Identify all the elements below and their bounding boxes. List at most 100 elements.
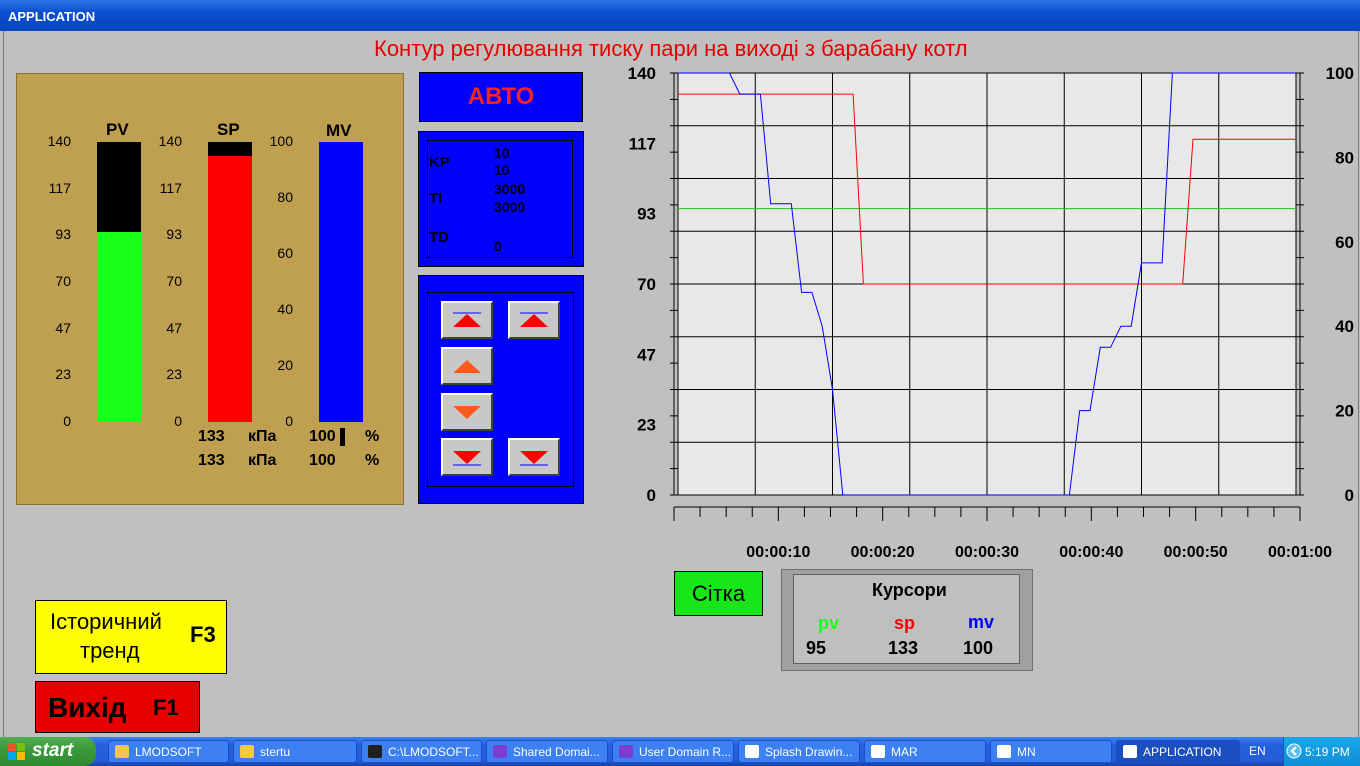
taskbar-item[interactable]: stertu bbox=[233, 740, 357, 763]
taskbar-item[interactable]: MN bbox=[990, 740, 1112, 763]
trend-chart[interactable]: 140 117 93 70 47 23 0 100 80 60 40 20 0 00:00:10 00:00… bbox=[600, 60, 1360, 570]
sp-gauge-tick: 23 bbox=[166, 366, 182, 383]
kp-setpoint-value[interactable]: 10 bbox=[494, 145, 510, 161]
sp-gauge-fill bbox=[208, 156, 252, 422]
trend-time-label: 00:00:30 bbox=[955, 544, 1019, 561]
app-icon bbox=[619, 745, 633, 758]
taskbar-item-label: stertu bbox=[260, 745, 291, 759]
taskbar-item-label: APPLICATION bbox=[1143, 745, 1222, 759]
cursor-title: Курсори bbox=[872, 580, 947, 600]
taskbar-item-label: MAR bbox=[891, 745, 918, 759]
trend-time-label: 00:00:40 bbox=[1059, 544, 1123, 561]
taskbar-item-label: Splash Drawin... bbox=[765, 745, 853, 759]
mv-gauge-bar bbox=[319, 142, 363, 422]
arrow-up-icon bbox=[453, 360, 481, 373]
trend-left-axis-label: 0 bbox=[647, 486, 656, 505]
system-tray: 5:19 PM bbox=[1283, 737, 1360, 766]
trend-left-axis-label: 140 bbox=[628, 64, 656, 83]
pv-gauge-tick: 23 bbox=[55, 366, 71, 383]
sp-current-unit: кПа bbox=[248, 452, 277, 469]
decrease-fast-button-2[interactable] bbox=[508, 438, 560, 476]
mv-gauge-fill bbox=[319, 142, 363, 422]
sp-gauge-bar bbox=[208, 142, 252, 422]
ti-setpoint-value[interactable]: 3000 bbox=[494, 181, 525, 197]
trend-right-axis-label: 80 bbox=[1335, 148, 1354, 167]
page-title: Контур регулювання тиску пари на виході … bbox=[374, 36, 968, 61]
decrease-fast-button[interactable] bbox=[441, 438, 493, 476]
mv-gauge-tick: 60 bbox=[277, 245, 293, 261]
arrow-down-icon bbox=[453, 406, 481, 419]
exit-hotkey: F1 bbox=[153, 695, 179, 720]
grid-toggle-button[interactable]: Сітка bbox=[674, 571, 763, 616]
sp-gauge-tick: 140 bbox=[158, 133, 182, 149]
taskbar-item[interactable]: Splash Drawin... bbox=[738, 740, 860, 763]
sp-gauge-tick: 70 bbox=[166, 273, 182, 289]
sp-gauge-tick: 0 bbox=[174, 413, 182, 429]
trend-left-axis-label: 70 bbox=[637, 275, 656, 294]
mv-gauge-tick: 20 bbox=[277, 357, 293, 373]
taskbar-item[interactable]: LMODSOFT bbox=[108, 740, 229, 763]
mv-readout-value[interactable]: 100 bbox=[309, 428, 336, 446]
trend-left-axis-label: 117 bbox=[629, 134, 656, 153]
trend-time-label: 00:01:00 bbox=[1268, 544, 1332, 561]
arrow-up-fast-icon-2 bbox=[520, 312, 548, 327]
mv-gauge-tick: 80 bbox=[277, 189, 293, 205]
tray-chevron-icon[interactable] bbox=[1286, 743, 1302, 759]
taskbar-item[interactable]: C:\LMODSOFT... bbox=[361, 740, 482, 763]
pv-gauge-label: PV bbox=[106, 120, 129, 139]
taskbar-item[interactable]: MAR bbox=[864, 740, 986, 763]
start-label: start bbox=[32, 740, 74, 761]
pv-gauge-tick: 47 bbox=[55, 319, 71, 336]
taskbar-item-label: MN bbox=[1017, 745, 1036, 759]
kp-label: KP bbox=[429, 154, 450, 171]
historical-trend-label-line2: тренд bbox=[80, 638, 140, 663]
sp-gauge-tick: 117 bbox=[159, 179, 182, 196]
pv-gauge-tick: 117 bbox=[48, 179, 71, 196]
arrow-down-fast-icon bbox=[453, 451, 481, 466]
pv-gauge-fill bbox=[97, 232, 141, 422]
taskbar-item[interactable]: Shared Domai... bbox=[486, 740, 608, 763]
taskbar-item[interactable]: APPLICATION bbox=[1116, 740, 1240, 763]
mode-auto-button[interactable]: АВТО bbox=[419, 72, 583, 122]
arrow-down-fast-icon-2 bbox=[520, 451, 548, 466]
pv-gauge-tick: 140 bbox=[47, 133, 71, 149]
kp-current-value: 10 bbox=[494, 162, 510, 178]
trend-left-axis-label: 93 bbox=[637, 205, 656, 224]
cursor-sp-value: 133 bbox=[888, 638, 919, 658]
taskbar-item-label: User Domain R... bbox=[639, 745, 732, 759]
sp-gauge-tick: 93 bbox=[166, 226, 182, 243]
cursor-mv-label: mv bbox=[968, 612, 995, 632]
language-indicator[interactable]: EN bbox=[1249, 744, 1266, 758]
exit-button[interactable]: Вихід F1 bbox=[35, 681, 200, 733]
decrease-button[interactable] bbox=[441, 393, 493, 431]
pv-gauge-bar bbox=[97, 142, 141, 422]
sp-current-value: 133 bbox=[198, 452, 225, 469]
trend-time-label: 00:00:50 bbox=[1164, 544, 1228, 561]
pv-gauge-tick: 70 bbox=[55, 273, 71, 289]
windows-logo-icon bbox=[8, 743, 25, 760]
trend-right-axis-label: 20 bbox=[1335, 402, 1354, 421]
increase-fast-button-2[interactable] bbox=[508, 301, 560, 339]
mv-input-caret bbox=[340, 428, 345, 446]
historical-trend-button[interactable]: Історичний тренд F3 bbox=[35, 600, 227, 674]
cursor-mv-value: 100 bbox=[963, 638, 994, 658]
trend-right-axis-label: 100 bbox=[1326, 64, 1354, 83]
ti-label: TI bbox=[429, 190, 443, 207]
sp-readout-unit: кПа bbox=[248, 428, 277, 445]
mv-gauge-tick: 100 bbox=[269, 133, 293, 149]
start-button[interactable]: start bbox=[0, 737, 96, 766]
window-titlebar[interactable]: APPLICATION bbox=[0, 0, 1360, 31]
taskbar-item[interactable]: User Domain R... bbox=[612, 740, 734, 763]
td-value[interactable]: 0 bbox=[494, 238, 502, 254]
mv-gauge-label: MV bbox=[326, 121, 352, 140]
increase-button[interactable] bbox=[441, 347, 493, 385]
taskbar-item-label: Shared Domai... bbox=[513, 745, 600, 759]
sp-readout-value[interactable]: 133 bbox=[198, 428, 225, 446]
trend-right-axis-label: 60 bbox=[1335, 233, 1354, 252]
ti-current-value: 3000 bbox=[494, 199, 526, 215]
increase-fast-button[interactable] bbox=[441, 301, 493, 339]
window-icon bbox=[1123, 745, 1137, 758]
taskbar-item-label: C:\LMODSOFT... bbox=[388, 745, 479, 759]
window-title: APPLICATION bbox=[8, 9, 96, 24]
trend-time-label: 00:00:20 bbox=[851, 544, 915, 561]
